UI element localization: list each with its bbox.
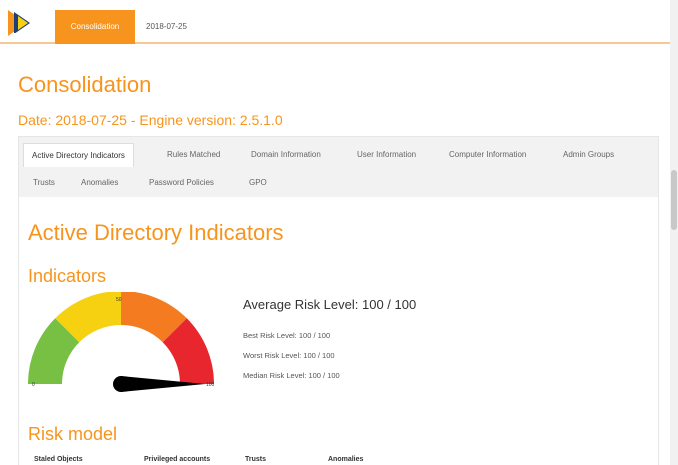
tab-trusts[interactable]: Trusts xyxy=(33,171,55,195)
indicators-title: Indicators xyxy=(28,266,107,286)
scrollbar-thumb[interactable] xyxy=(671,170,677,230)
tab-computer-information[interactable]: Computer Information xyxy=(449,143,526,167)
vertical-scrollbar[interactable] xyxy=(670,0,678,465)
gauge-min-label: 0 xyxy=(32,382,35,388)
tab-gpo[interactable]: GPO xyxy=(249,171,267,195)
tab-rules-matched[interactable]: Rules Matched xyxy=(167,143,220,167)
tab-active-directory-indicators[interactable]: Active Directory Indicators xyxy=(23,143,134,167)
gauge-segment-green xyxy=(28,318,80,385)
section-tabbar: Active Directory Indicators Rules Matche… xyxy=(19,137,658,197)
page-title: Consolidation xyxy=(18,72,152,97)
tab-password-policies[interactable]: Password Policies xyxy=(149,171,214,195)
nav-tab-date[interactable]: 2018-07-25 xyxy=(134,10,199,44)
median-risk-level: Median Risk Level: 100 / 100 xyxy=(243,371,340,380)
top-navbar: Consolidation 2018-07-25 xyxy=(0,0,678,44)
col-header-anomalies: Anomalies xyxy=(328,456,364,463)
pingcastle-logo-icon[interactable] xyxy=(4,6,50,40)
tab-admin-groups[interactable]: Admin Groups xyxy=(563,143,614,167)
worst-risk-level: Worst Risk Level: 100 / 100 xyxy=(243,351,335,360)
gauge-mid-label: 50 xyxy=(116,297,122,303)
nav-tab-consolidation[interactable]: Consolidation xyxy=(55,10,135,44)
section-title: Active Directory Indicators xyxy=(28,220,284,245)
tab-domain-information[interactable]: Domain Information xyxy=(251,143,321,167)
col-header-privileged-accounts: Privileged accounts xyxy=(144,456,211,463)
col-header-trusts: Trusts xyxy=(245,456,267,463)
gauge-segment-yellow xyxy=(55,292,122,343)
best-risk-level: Best Risk Level: 100 / 100 xyxy=(243,331,331,340)
page-subtitle: Date: 2018-07-25 - Engine version: 2.5.1… xyxy=(18,112,283,128)
average-risk-level: Average Risk Level: 100 / 100 xyxy=(243,297,417,312)
gauge-max-label: 100 xyxy=(206,382,215,388)
gauge-segment-orange xyxy=(120,292,187,343)
risk-model-title: Risk model xyxy=(28,424,118,444)
tab-anomalies[interactable]: Anomalies xyxy=(81,171,118,195)
gauge-segment-red xyxy=(162,318,214,385)
gauge-hub xyxy=(113,376,129,392)
risk-gauge: 0 50 100 xyxy=(28,292,215,392)
tab-user-information[interactable]: User Information xyxy=(357,143,416,167)
col-header-staled-objects: Staled Objects xyxy=(34,456,83,463)
